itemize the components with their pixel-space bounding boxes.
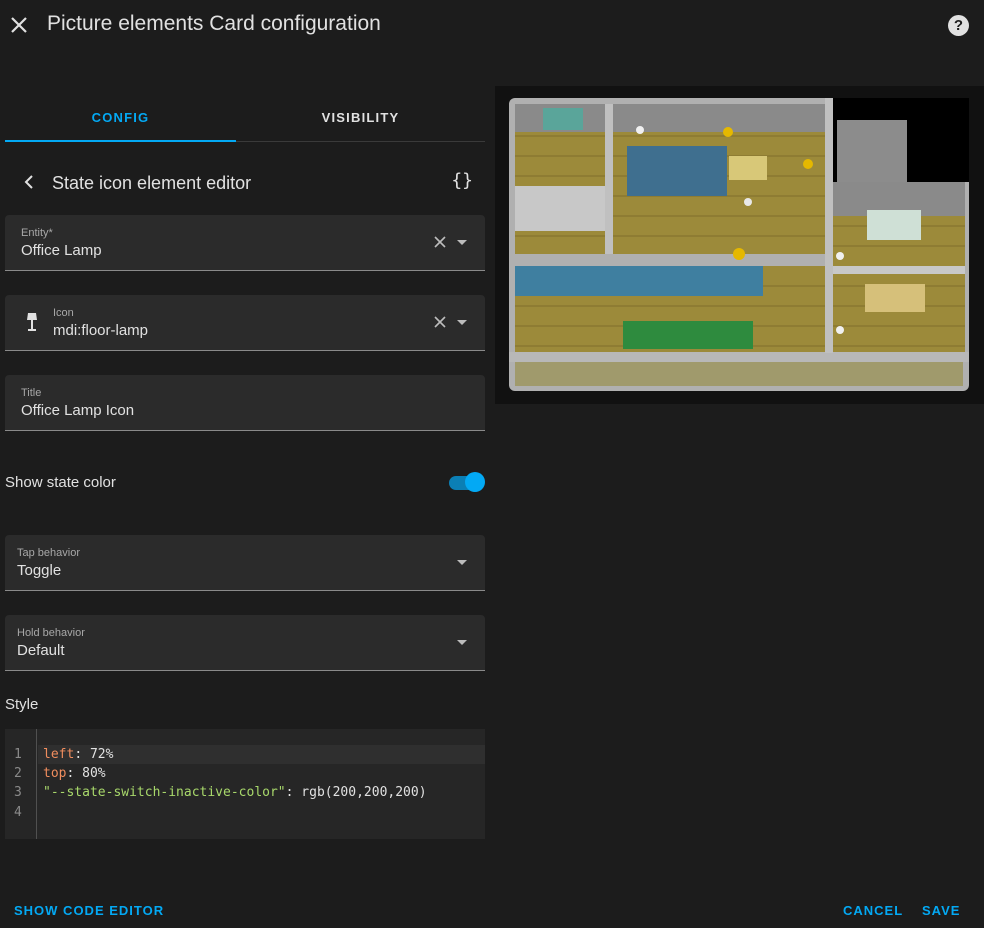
entity-picker[interactable]: Entity* Office Lamp: [5, 215, 485, 271]
show-state-color-switch[interactable]: [449, 472, 485, 492]
icon-value: mdi:floor-lamp: [53, 322, 149, 339]
hold-behavior-select[interactable]: Hold behavior Default: [5, 615, 485, 671]
dropdown-arrow-icon[interactable]: [457, 560, 467, 565]
line-gutter: 1 2 3 4: [5, 729, 37, 839]
dialog-header: Picture elements Card configuration ?: [0, 0, 984, 52]
element-editor-title: State icon element editor: [52, 173, 252, 193]
code-key: left: [43, 747, 75, 762]
cancel-button[interactable]: CANCEL: [843, 903, 903, 918]
title-value: Office Lamp Icon: [21, 402, 135, 419]
tab-config[interactable]: CONFIG: [5, 96, 236, 142]
hold-behavior-label: Hold behavior: [17, 627, 85, 639]
dropdown-arrow-icon[interactable]: [457, 640, 467, 645]
line-number: 3: [14, 785, 22, 800]
style-code-editor[interactable]: 1 2 3 4 left: 72% top: 80% "--state-swit…: [5, 729, 485, 839]
code-key: "--state-switch-inactive-color": [43, 785, 286, 800]
code-line: left: 72%: [43, 747, 113, 762]
tab-bar: CONFIG VISIBILITY: [5, 96, 485, 142]
chevron-left-icon[interactable]: [19, 172, 39, 192]
floor-lamp-icon: [27, 313, 37, 331]
floorplan-image: [509, 98, 969, 391]
title-label: Title: [21, 387, 42, 399]
switch-thumb: [465, 472, 485, 492]
code-braces-icon[interactable]: {}: [451, 170, 473, 191]
element-editor-header: State icon element editor {}: [5, 160, 485, 204]
line-number: 1: [14, 747, 22, 762]
dropdown-arrow-icon[interactable]: [457, 320, 467, 325]
code-key: top: [43, 766, 67, 781]
entity-value: Office Lamp: [21, 242, 102, 259]
dialog-title: Picture elements Card configuration: [47, 12, 381, 35]
icon-label: Icon: [53, 307, 74, 319]
code-value: 80%: [82, 766, 106, 781]
card-preview: [495, 86, 984, 404]
icon-picker[interactable]: Icon mdi:floor-lamp: [5, 295, 485, 351]
show-state-color-label: Show state color: [5, 474, 116, 491]
style-label: Style: [5, 696, 39, 713]
help-icon[interactable]: ?: [948, 15, 969, 36]
tab-visibility[interactable]: VISIBILITY: [245, 96, 476, 142]
clear-icon[interactable]: [433, 235, 447, 249]
tap-behavior-value: Toggle: [17, 562, 62, 579]
code-value: rgb(200,200,200): [301, 785, 427, 800]
save-button[interactable]: SAVE: [922, 903, 960, 918]
code-line: top: 80%: [43, 766, 106, 781]
line-number: 2: [14, 766, 22, 781]
hold-behavior-value: Default: [17, 642, 65, 659]
entity-label: Entity*: [21, 227, 53, 239]
line-number: 4: [14, 805, 22, 820]
code-value: 72%: [89, 747, 114, 762]
show-code-editor-button[interactable]: SHOW CODE EDITOR: [14, 903, 164, 918]
tap-behavior-label: Tap behavior: [17, 547, 80, 559]
dropdown-arrow-icon[interactable]: [457, 240, 467, 245]
tap-behavior-select[interactable]: Tap behavior Toggle: [5, 535, 485, 591]
show-state-color-row: Show state color: [5, 462, 485, 502]
code-line: "--state-switch-inactive-color": rgb(200…: [43, 785, 427, 800]
title-field[interactable]: Title Office Lamp Icon: [5, 375, 485, 431]
close-icon[interactable]: [8, 14, 30, 36]
code-sep: :: [66, 766, 83, 781]
code-sep: :: [285, 785, 302, 800]
code-sep: :: [74, 747, 90, 762]
clear-icon[interactable]: [433, 315, 447, 329]
